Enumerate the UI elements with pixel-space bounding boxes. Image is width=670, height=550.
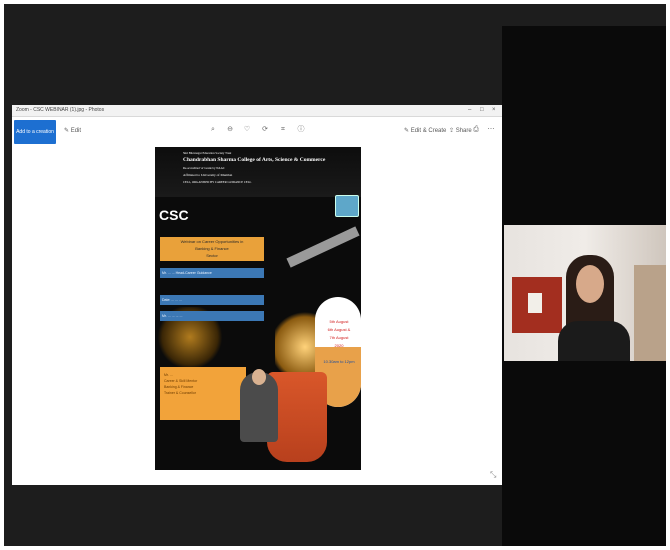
- crop-icon[interactable]: ⌗: [278, 125, 288, 135]
- college-emblem-icon: [335, 195, 359, 217]
- topic-line-3: Sector: [206, 253, 218, 258]
- poster-organiser: CELL, ORGANISED BY CAREER GUIDANCE CELL: [183, 180, 252, 184]
- more-icon[interactable]: ⋯: [486, 125, 496, 135]
- share-label: Share: [455, 128, 472, 134]
- share-button[interactable]: ⇪ Share: [449, 127, 472, 134]
- poster-pipe: [286, 226, 360, 268]
- poster-affiliation: Affiliated to University of Mumbai: [183, 173, 233, 177]
- topic-line-2: Banking & Finance: [195, 246, 229, 251]
- date-line: 2020: [334, 343, 344, 348]
- favorite-icon[interactable]: ♡: [242, 125, 252, 135]
- rotate-icon[interactable]: ⟳: [260, 125, 270, 135]
- poster-naac-line: Re-accredited 'A' Grade by NAAC: [183, 166, 225, 170]
- info-icon[interactable]: ⓘ: [296, 125, 306, 135]
- speaker-head: [252, 369, 266, 385]
- participant-video[interactable]: [504, 225, 666, 361]
- date-line: 7th August: [329, 335, 349, 340]
- poster-college-name: Chandrabhan Sharma College of Arts, Scie…: [183, 157, 326, 163]
- video-door: [634, 265, 666, 361]
- csc-logo: CSC: [159, 207, 189, 223]
- time-line: 10.30am to 12pm: [323, 359, 355, 364]
- participant-body: [558, 321, 630, 361]
- poster-trust-line: Shri Bhavnagar Education Society Trust: [183, 151, 232, 155]
- photos-toolbar: Add to a creation ✎ Edit ⌕ ⊖ ♡ ⟳ ⌗ ⓘ ✎ E…: [12, 117, 502, 147]
- resize-handle-icon[interactable]: ⤡: [490, 470, 496, 480]
- shared-screen: Zoom - CSC WEBINAR (1).jpg - Photos – □ …: [12, 105, 502, 485]
- date-line: 5th August: [329, 319, 349, 324]
- speaker-details: Mr. ... Career & Skill Mentor Banking & …: [160, 367, 246, 420]
- close-button[interactable]: ×: [492, 105, 496, 116]
- poster-info-bar: Mr. ... ... ... ...: [160, 311, 264, 321]
- add-to-creation-button[interactable]: Add to a creation: [14, 120, 56, 144]
- delete-icon[interactable]: ⊖: [225, 125, 235, 135]
- minimize-button[interactable]: –: [468, 105, 471, 116]
- date-line: 6th August &: [327, 327, 351, 332]
- edit-create-button[interactable]: ✎ Edit & Create: [404, 127, 446, 134]
- zoom-window: Zoom - CSC WEBINAR (1).jpg - Photos – □ …: [4, 4, 666, 546]
- speaker-role: Trainer & Counsellor: [164, 391, 196, 395]
- maximize-button[interactable]: □: [480, 105, 484, 116]
- participant-face: [576, 265, 604, 303]
- poster-topic: Webinar on Career Opportunities in Banki…: [160, 237, 264, 261]
- zoom-in-icon[interactable]: ⌕: [208, 125, 218, 135]
- print-icon[interactable]: ⎙: [471, 125, 481, 135]
- poster-header: Shri Bhavnagar Education Society Trust C…: [155, 147, 361, 197]
- topic-line-1: Webinar on Career Opportunities in: [180, 239, 244, 244]
- webinar-poster: Shri Bhavnagar Education Society Trust C…: [155, 147, 361, 470]
- window-title: Zoom - CSC WEBINAR (1).jpg - Photos: [16, 107, 105, 113]
- video-notice: [528, 293, 542, 313]
- photo-viewer: Shri Bhavnagar Education Society Trust C…: [12, 147, 502, 485]
- edit-create-label: Edit & Create: [410, 128, 447, 134]
- poster-info-bar: Date: ... ... ...: [160, 295, 264, 305]
- photos-titlebar: Zoom - CSC WEBINAR (1).jpg - Photos – □ …: [12, 105, 502, 117]
- poster-info-bar: Mr. ... ... Head-Career Guidance: [160, 268, 264, 278]
- edit-button[interactable]: ✎ Edit: [64, 127, 81, 134]
- edit-label: Edit: [70, 128, 82, 134]
